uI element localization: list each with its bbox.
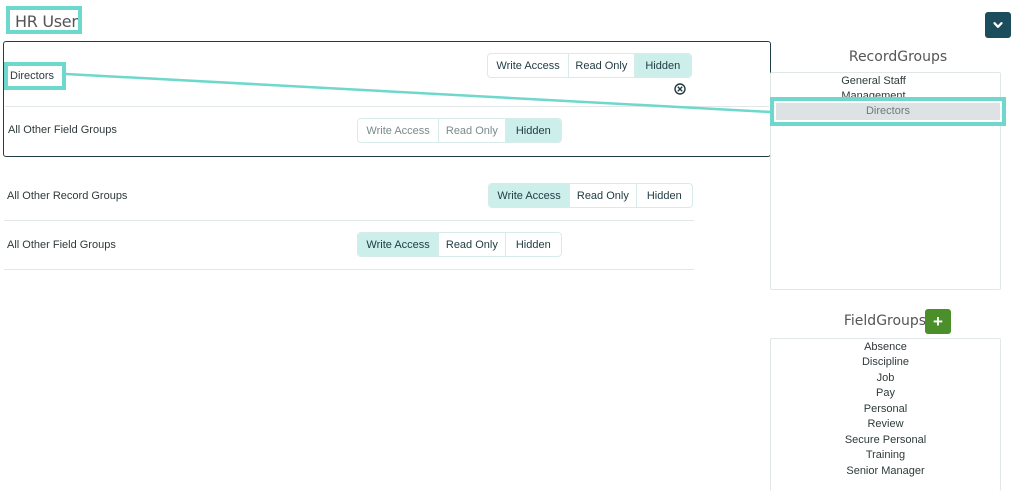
hidden-option[interactable]: Hidden <box>506 233 561 256</box>
write-access-option[interactable]: Write Access <box>358 233 440 256</box>
panel-field-groups-label: All Other Field Groups <box>8 124 117 136</box>
other-field-groups-label: All Other Field Groups <box>7 239 116 251</box>
panel-field-groups-access-toggle: Write Access Read Only Hidden <box>357 118 562 143</box>
record-group-access-toggle: Write Access Read Only Hidden <box>487 53 692 78</box>
other-field-groups-access-toggle: Write Access Read Only Hidden <box>357 232 562 257</box>
row-divider <box>4 269 694 270</box>
record-group-label: Directors <box>4 62 66 90</box>
panel-divider <box>5 106 769 107</box>
list-item[interactable]: Discipline <box>771 356 1000 368</box>
role-title: HR User <box>6 6 82 34</box>
list-item[interactable]: Pay <box>771 387 1000 399</box>
other-record-groups-access-toggle: Write Access Read Only Hidden <box>488 183 693 208</box>
list-item[interactable]: Job <box>771 372 1000 384</box>
list-item[interactable]: Training <box>771 449 1000 461</box>
list-item[interactable]: Secure Personal <box>771 434 1000 446</box>
list-item[interactable]: Absence <box>771 341 1000 353</box>
field-groups-heading: FieldGroups <box>843 313 927 329</box>
read-only-option[interactable]: Read Only <box>570 184 637 207</box>
write-access-option[interactable]: Write Access <box>358 119 440 142</box>
selected-record-group-label: Directors <box>776 103 1000 120</box>
hidden-option[interactable]: Hidden <box>637 184 692 207</box>
list-item[interactable]: Personal <box>771 403 1000 415</box>
add-field-group-button[interactable]: + <box>925 309 951 334</box>
read-only-option[interactable]: Read Only <box>439 233 506 256</box>
record-group-selected[interactable]: Directors <box>770 97 1006 126</box>
chevron-down-icon <box>993 22 1003 28</box>
row-divider <box>4 220 694 221</box>
field-groups-list: Absence Discipline Job Pay Personal Revi… <box>770 338 1001 491</box>
read-only-option[interactable]: Read Only <box>439 119 506 142</box>
plus-icon: + <box>933 311 943 331</box>
hidden-option[interactable]: Hidden <box>505 119 561 142</box>
read-only-option[interactable]: Read Only <box>569 54 635 77</box>
clear-circle-icon[interactable] <box>674 83 686 95</box>
other-record-groups-label: All Other Record Groups <box>7 190 128 202</box>
collapse-button[interactable] <box>985 12 1011 38</box>
list-item[interactable]: General Staff <box>759 75 988 87</box>
hidden-option[interactable]: Hidden <box>634 54 691 77</box>
list-item[interactable]: Senior Manager <box>771 465 1000 477</box>
write-access-option[interactable]: Write Access <box>488 54 570 77</box>
write-access-option[interactable]: Write Access <box>489 184 571 207</box>
record-groups-heading: RecordGroups <box>848 49 948 65</box>
list-item[interactable]: Review <box>771 418 1000 430</box>
